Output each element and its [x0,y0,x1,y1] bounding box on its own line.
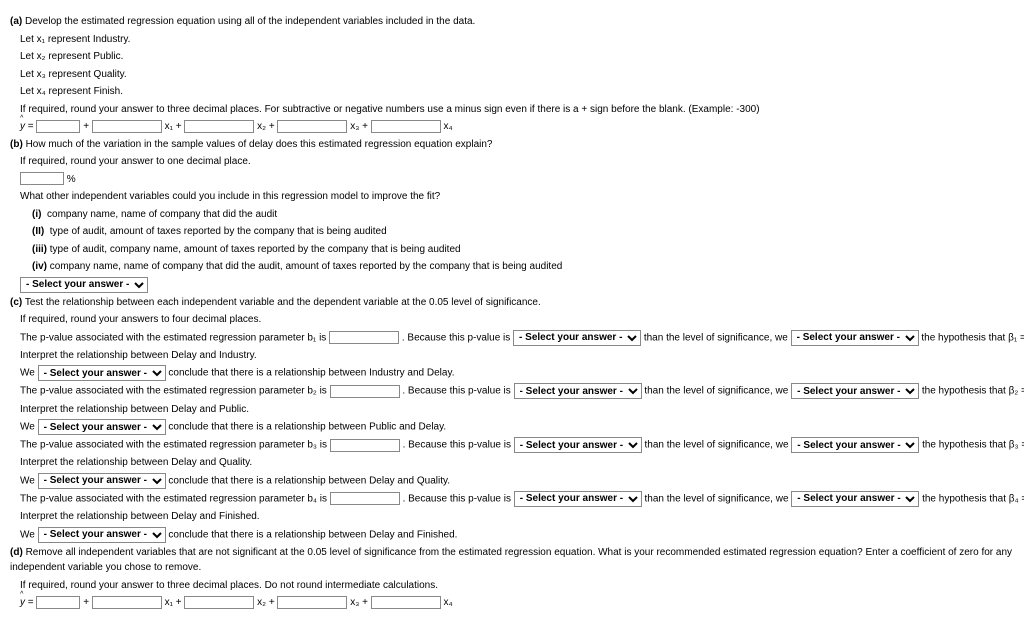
let-x3: Let x₃ represent Quality. [20,67,1014,83]
part-d-header: (d) Remove all independent variables tha… [10,545,1014,576]
c-b1-interp: Interpret the relationship between Delay… [20,348,1014,364]
b-prompt: How much of the variation in the sample … [26,139,493,150]
d-b3-input[interactable] [277,596,347,609]
plus-d1: + [83,597,89,608]
b-select-row: - Select your answer - [20,277,1014,293]
x3-label-d: x₃ + [350,597,368,608]
x2-label: x₂ + [257,121,275,132]
pct-symbol: % [67,174,76,185]
a-b1-input[interactable] [92,120,162,133]
a-equation: y = + x₁ + x₂ + x₃ + x₄ [20,119,1014,135]
b-select[interactable]: - Select your answer - [20,277,148,293]
c-b4-decision[interactable]: - Select your answer - [791,491,919,507]
c-b3-pvalue[interactable] [330,439,400,452]
let-x1: Let x₁ represent Industry. [20,32,1014,48]
d-b2-input[interactable] [184,596,254,609]
x1-label-d: x₁ + [165,597,182,608]
equals: = [28,121,34,132]
a-b4-input[interactable] [371,120,441,133]
c-b4-we-select[interactable]: - Select your answer - [38,527,166,543]
x3-label: x₃ + [350,121,368,132]
a-round-note: If required, round your answer to three … [20,102,1014,118]
opt-iii: (iii) type of audit, company name, amoun… [32,242,1014,258]
c-b2-we-select[interactable]: - Select your answer - [38,419,166,435]
a-b3-input[interactable] [277,120,347,133]
a-b2-input[interactable] [184,120,254,133]
d-b1-input[interactable] [92,596,162,609]
x4-label-d: x₄ [443,597,452,608]
b-other-prompt: What other independent variables could y… [20,189,1014,205]
c-b1-pvalue[interactable] [329,331,399,344]
c-b3-interp: Interpret the relationship between Delay… [20,455,1014,471]
c-b3-we-select[interactable]: - Select your answer - [38,473,166,489]
d-b4-input[interactable] [371,596,441,609]
c-b3-we-row: We - Select your answer - conclude that … [20,473,1014,489]
x2-label-d: x₂ + [257,597,275,608]
part-c-header: (c) Test the relationship between each i… [10,295,1014,311]
plus1: + [83,121,89,132]
d-intercept-input[interactable] [36,596,80,609]
equals-d: = [28,597,34,608]
c-b1-we-select[interactable]: - Select your answer - [38,365,166,381]
c-round-note: If required, round your answers to four … [20,312,1014,328]
c-b1-compare[interactable]: - Select your answer - [513,330,641,346]
c-b1-decision[interactable]: - Select your answer - [791,330,919,346]
c-b2-decision[interactable]: - Select your answer - [791,383,919,399]
c-b4-compare[interactable]: - Select your answer - [514,491,642,507]
a-prompt: Develop the estimated regression equatio… [25,16,475,27]
b-pct-row: % [20,172,1014,188]
c-b2-row: The p-value associated with the estimate… [20,383,1014,399]
opt-iv: (iv) company name, name of company that … [32,259,1014,275]
part-a-header: (a) Develop the estimated regression equ… [10,14,1014,30]
b-pct-input[interactable] [20,172,64,185]
c-prompt: Test the relationship between each indep… [25,297,541,308]
c-b4-pvalue[interactable] [330,492,400,505]
opt-ii: (II) type of audit, amount of taxes repo… [32,224,1014,240]
c-b4-row: The p-value associated with the estimate… [20,491,1014,507]
c-b3-row: The p-value associated with the estimate… [20,437,1014,453]
c-b3-decision[interactable]: - Select your answer - [791,437,919,453]
x1-label: x₁ + [165,121,182,132]
yhat-symbol: y [20,121,25,132]
c-b2-we-row: We - Select your answer - conclude that … [20,419,1014,435]
b-round-note: If required, round your answer to one de… [20,154,1014,170]
part-b-header: (b) How much of the variation in the sam… [10,137,1014,153]
d-prompt: Remove all independent variables that ar… [10,547,1012,574]
c-b2-compare[interactable]: - Select your answer - [514,383,642,399]
c-b4-we-row: We - Select your answer - conclude that … [20,527,1014,543]
opt-i: (i) company name, name of company that d… [32,207,1014,223]
x4-label: x₄ [443,121,452,132]
c-b1-we-row: We - Select your answer - conclude that … [20,365,1014,381]
c-b2-interp: Interpret the relationship between Delay… [20,402,1014,418]
yhat-symbol-d: y [20,597,25,608]
a-intercept-input[interactable] [36,120,80,133]
c-b2-pvalue[interactable] [330,385,400,398]
d-equation: y = + x₁ + x₂ + x₃ + x₄ [20,595,1014,611]
let-x2: Let x₂ represent Public. [20,49,1014,65]
c-b4-interp: Interpret the relationship between Delay… [20,509,1014,525]
d-round-note: If required, round your answer to three … [20,578,1014,594]
c-b1-row: The p-value associated with the estimate… [20,330,1014,346]
c-b3-compare[interactable]: - Select your answer - [514,437,642,453]
let-x4: Let x₄ represent Finish. [20,84,1014,100]
